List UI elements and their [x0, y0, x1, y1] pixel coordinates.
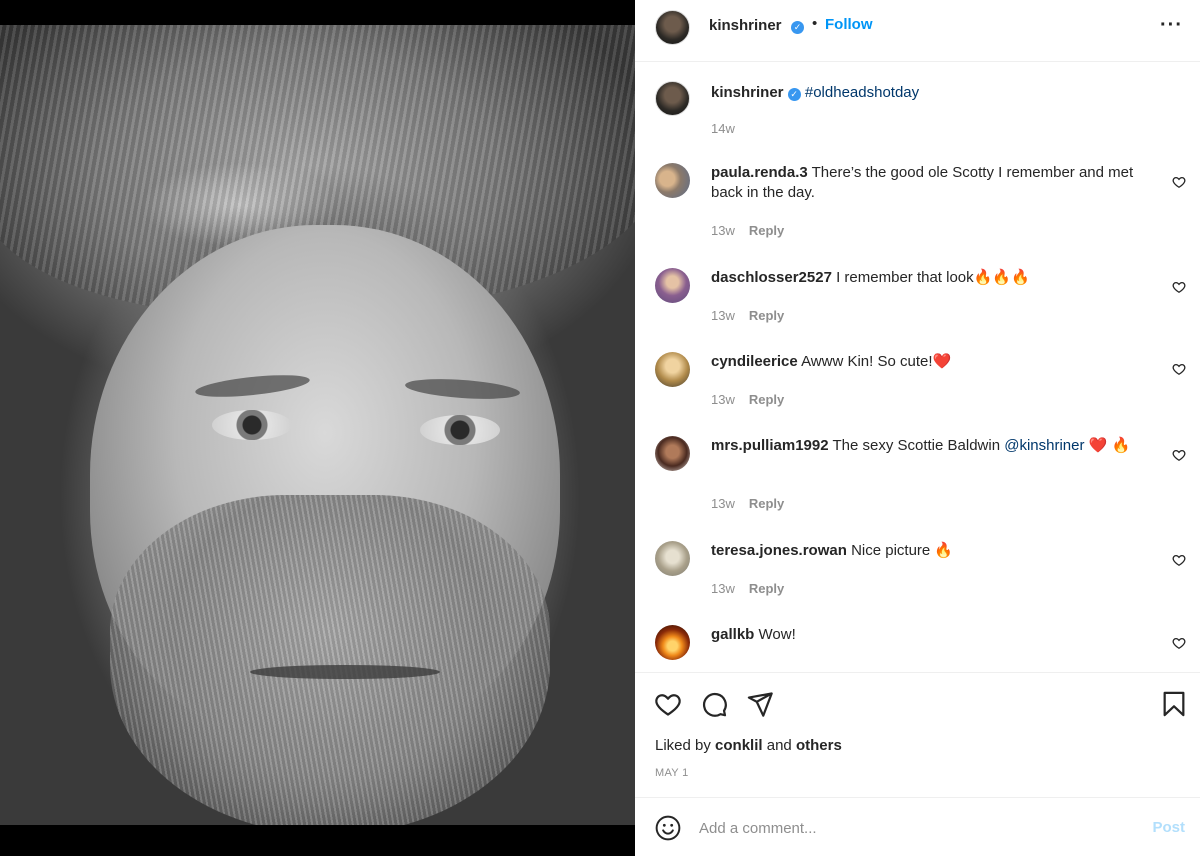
comment-time: 13w [711, 392, 735, 407]
comment-composer: Post [635, 797, 1200, 856]
separator-dot: • [812, 15, 818, 32]
comments-list[interactable]: kinshriner ✓ #oldheadshotday 14w paula.r… [635, 63, 1200, 671]
comment-body: The sexy Scottie Baldwin [832, 437, 1001, 454]
save-bookmark-icon[interactable] [1160, 690, 1188, 718]
commenter-username[interactable]: gallkb [711, 626, 754, 643]
photo-eye-left [212, 410, 292, 440]
comment-text: paula.renda.3 There’s the good ole Scott… [711, 163, 1151, 203]
verified-badge-icon: ✓ [791, 21, 804, 34]
post-side-panel: kinshriner ✓ • Follow ··· kinshriner ✓ #… [635, 0, 1200, 856]
comment-mention[interactable]: @kinshriner [1004, 437, 1084, 454]
verified-badge-icon: ✓ [787, 88, 801, 101]
comment-body: I remember that look🔥🔥🔥 [836, 269, 1030, 286]
comment-meta: 13w Reply [711, 223, 784, 238]
photo-beard [110, 495, 550, 825]
likes-user-link[interactable]: conklil [715, 737, 763, 754]
caption-username[interactable]: kinshriner [711, 84, 784, 101]
comment-item: cyndileerice Awww Kin! So cute!❤️ 13w Rep… [635, 352, 1200, 422]
likes-summary: Liked by conklil and others [655, 737, 842, 754]
comment-item: gallkb Wow! [635, 625, 1200, 671]
emoji-smiley-icon[interactable] [655, 815, 681, 841]
commenter-avatar[interactable] [655, 268, 690, 303]
comment-body-emoji: ❤️ 🔥 [1088, 437, 1131, 454]
post-actions: Liked by conklil and others MAY 1 [635, 672, 1200, 796]
comment-like-heart-icon[interactable] [1172, 448, 1186, 462]
comment-meta: 13w Reply [711, 308, 784, 323]
comment-body: Wow! [758, 626, 796, 643]
comment-bubble-icon[interactable] [700, 690, 728, 718]
reply-button[interactable]: Reply [749, 392, 784, 407]
commenter-username[interactable]: daschlosser2527 [711, 269, 832, 286]
like-heart-icon[interactable] [654, 690, 682, 718]
commenter-avatar[interactable] [655, 541, 690, 576]
caption-hashtag[interactable]: #oldheadshotday [805, 84, 919, 101]
likes-others-link[interactable]: others [796, 737, 842, 754]
comment-body: Awww Kin! So cute!❤️ [801, 353, 952, 370]
comment-like-heart-icon[interactable] [1172, 553, 1186, 567]
comment-body: Nice picture 🔥 [851, 542, 954, 559]
comment-text: cyndileerice Awww Kin! So cute!❤️ [711, 352, 1151, 372]
comment-input[interactable] [699, 815, 1119, 841]
likes-prefix: Liked by [655, 737, 711, 754]
comment-meta: 13w Reply [711, 496, 784, 511]
commenter-avatar[interactable] [655, 436, 690, 471]
photo-mouth [250, 665, 440, 679]
comment-meta: 13w Reply [711, 392, 784, 407]
reply-button[interactable]: Reply [749, 496, 784, 511]
comment-time: 13w [711, 308, 735, 323]
reply-button[interactable]: Reply [749, 223, 784, 238]
comment-item: teresa.jones.rowan Nice picture 🔥 13w Rep… [635, 541, 1200, 611]
comment-text: daschlosser2527 I remember that look🔥🔥🔥 [711, 268, 1151, 288]
author-username[interactable]: kinshriner [709, 17, 782, 34]
reply-button[interactable]: Reply [749, 581, 784, 596]
caption: kinshriner ✓ #oldheadshotday 14w [635, 81, 1200, 161]
comment-text: gallkb Wow! [711, 625, 1151, 645]
caption-text: kinshriner ✓ #oldheadshotday [711, 83, 1151, 103]
post-comment-button[interactable]: Post [1152, 819, 1185, 836]
post-photo[interactable] [0, 25, 635, 825]
comment-item: mrs.pulliam1992 The sexy Scottie Baldwin… [635, 436, 1200, 526]
comment-like-heart-icon[interactable] [1172, 636, 1186, 650]
comment-like-heart-icon[interactable] [1172, 362, 1186, 376]
comment-item: paula.renda.3 There’s the good ole Scott… [635, 163, 1200, 253]
commenter-username[interactable]: mrs.pulliam1992 [711, 437, 829, 454]
comment-time: 13w [711, 581, 735, 596]
caption-avatar[interactable] [655, 81, 690, 116]
comment-like-heart-icon[interactable] [1172, 175, 1186, 189]
reply-button[interactable]: Reply [749, 308, 784, 323]
share-paper-plane-icon[interactable] [746, 690, 774, 718]
commenter-avatar[interactable] [655, 352, 690, 387]
follow-button[interactable]: Follow [825, 16, 873, 33]
post-header: kinshriner ✓ • Follow ··· [635, 0, 1200, 62]
comment-time: 13w [711, 223, 735, 238]
likes-and: and [766, 737, 792, 754]
comment-text: mrs.pulliam1992 The sexy Scottie Baldwin… [711, 436, 1151, 456]
comment-time: 13w [711, 496, 735, 511]
more-options-icon[interactable]: ··· [1160, 14, 1183, 37]
author-avatar[interactable] [655, 10, 690, 45]
commenter-avatar[interactable] [655, 163, 690, 198]
post-date[interactable]: MAY 1 [655, 767, 689, 779]
post-media [0, 0, 635, 856]
commenter-username[interactable]: teresa.jones.rowan [711, 542, 847, 559]
comment-meta: 13w Reply [711, 581, 784, 596]
comment-item: daschlosser2527 I remember that look🔥🔥🔥 … [635, 268, 1200, 338]
commenter-username[interactable]: paula.renda.3 [711, 164, 808, 181]
instagram-post-view: kinshriner ✓ • Follow ··· kinshriner ✓ #… [0, 0, 1200, 856]
photo-eye-right [420, 415, 500, 445]
commenter-avatar[interactable] [655, 625, 690, 660]
caption-time: 14w [711, 121, 735, 136]
commenter-username[interactable]: cyndileerice [711, 353, 798, 370]
comment-text: teresa.jones.rowan Nice picture 🔥 [711, 541, 1151, 561]
comment-like-heart-icon[interactable] [1172, 280, 1186, 294]
